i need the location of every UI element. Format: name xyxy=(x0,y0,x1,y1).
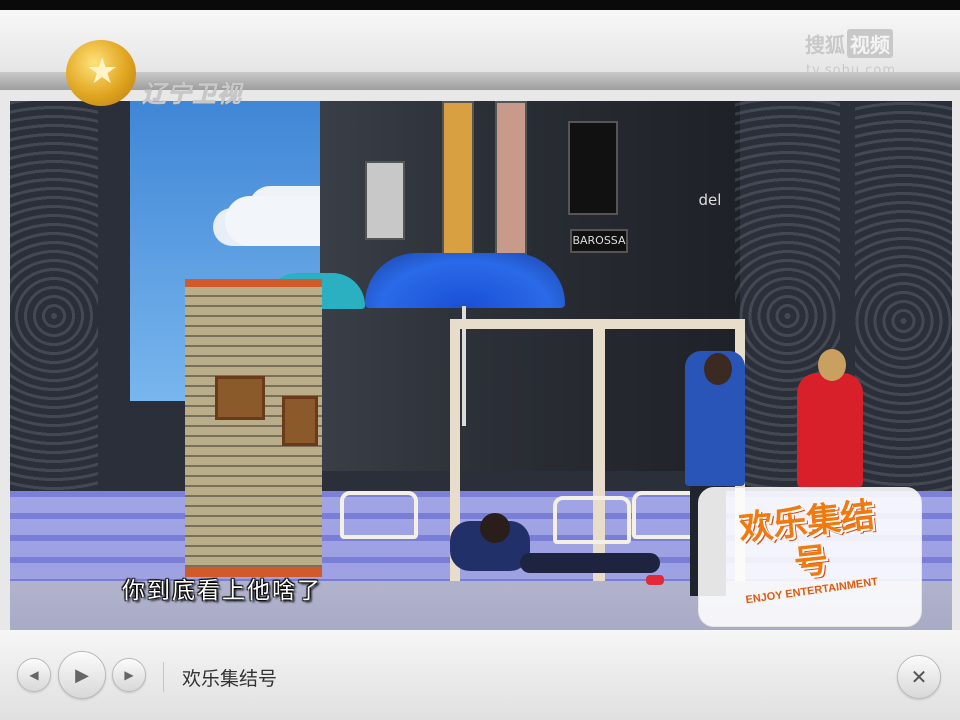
performer-red-coat xyxy=(797,373,863,488)
video-area[interactable]: BAROSSA del 你到底看上他啥了 欢乐集结号 ENJOY ENTERTA… xyxy=(10,101,952,631)
sohu-brand-text: 搜狐 xyxy=(805,33,845,57)
sohu-url-text: tv.sohu.com xyxy=(806,63,897,78)
blue-umbrella xyxy=(365,253,565,308)
previous-button[interactable]: ◀ xyxy=(17,658,51,692)
play-button[interactable]: ▶ xyxy=(58,651,106,699)
building-poster xyxy=(442,101,474,255)
close-button[interactable]: ✕ xyxy=(897,655,941,699)
building-poster xyxy=(495,101,527,255)
building-sign-board xyxy=(568,121,618,215)
sun-star-icon: ★ xyxy=(86,51,119,92)
performer-head xyxy=(704,353,732,385)
show-logo-badge: 欢乐集结号 ENJOY ENTERTAINMENT xyxy=(698,487,922,627)
right-curtain-outer xyxy=(855,101,952,541)
video-subtitle: 你到底看上他啥了 xyxy=(122,578,322,604)
performer-head xyxy=(818,349,846,381)
channel-logo-text: 辽宁卫视 xyxy=(142,80,242,108)
performer-on-floor xyxy=(440,513,664,593)
barossa-sign: BAROSSA xyxy=(570,229,628,253)
liaoning-tv-logo-icon: ★ xyxy=(66,40,136,106)
video-title: 欢乐集结号 xyxy=(182,668,278,690)
show-logo-title: 欢乐集结号 xyxy=(737,495,877,584)
sohu-video-text: 视频 xyxy=(847,29,893,58)
controls-divider xyxy=(163,662,164,692)
next-button[interactable]: ▶ xyxy=(112,658,146,692)
white-chair xyxy=(340,491,418,539)
top-black-bar xyxy=(0,0,960,10)
picture-frame xyxy=(282,396,318,446)
previous-icon: ◀ xyxy=(29,668,39,682)
next-icon: ▶ xyxy=(124,668,134,682)
left-curtain xyxy=(10,101,98,531)
play-icon: ▶ xyxy=(75,664,89,686)
close-icon: ✕ xyxy=(910,665,928,689)
del-sign: del xyxy=(698,191,722,209)
sohu-watermark: 搜狐 视频 xyxy=(805,29,893,58)
picture-frame xyxy=(215,376,265,420)
building-banner xyxy=(365,161,405,240)
